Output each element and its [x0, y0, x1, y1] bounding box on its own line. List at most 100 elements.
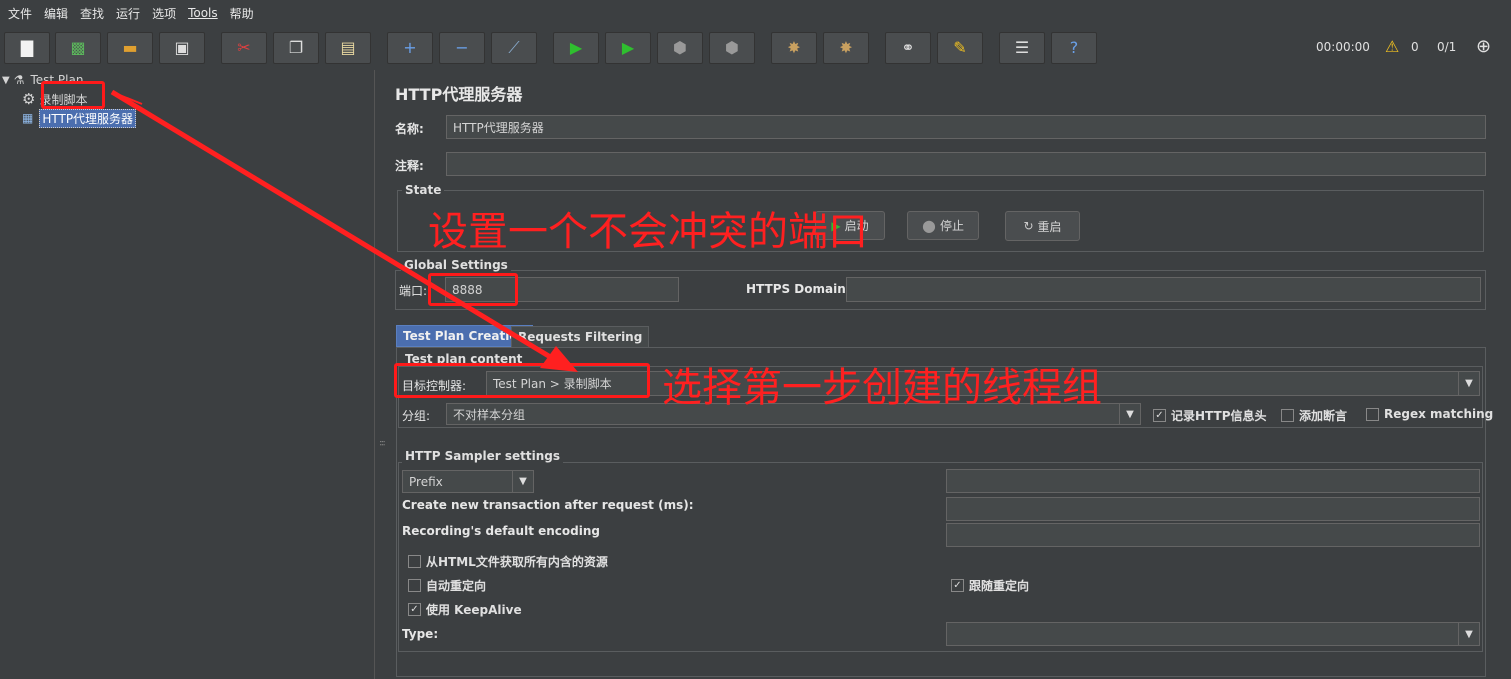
grouping-value: 不对样本分组 [453, 407, 526, 422]
tree-label-recording: 录制脚本 [39, 92, 88, 107]
transaction-field[interactable] [946, 497, 1480, 521]
clear-all-button[interactable]: ✸ [823, 32, 869, 64]
menu-file[interactable]: 文件 [4, 5, 36, 22]
retrieve-resources-checkbox[interactable]: 从HTML文件获取所有内含的资源 [408, 553, 608, 570]
tab-requests-filtering[interactable]: Requests Filtering [511, 326, 650, 348]
clear-button[interactable]: ✸ [771, 32, 817, 64]
help-button[interactable]: ? [1051, 32, 1097, 64]
auto-redirect-checkbox[interactable]: 自动重定向 [408, 577, 486, 594]
paste-icon: ▤ [340, 38, 356, 57]
proxy-config-panel: HTTP代理服务器 名称: HTTP代理服务器 注释: State ▶ 启动 ● 停… [385, 70, 1511, 679]
record-headers-checkbox[interactable]: ✓ 记录HTTP信息头 [1153, 407, 1267, 424]
open-button[interactable]: ▬ [107, 32, 153, 64]
menu-options[interactable]: 选项 [148, 5, 180, 22]
warning-count: 0 [1411, 40, 1419, 54]
restart-icon: ↻ [1023, 219, 1034, 233]
save-button[interactable]: ▣ [159, 32, 205, 64]
collapse-button[interactable]: − [439, 32, 485, 64]
menu-edit[interactable]: 编辑 [40, 5, 72, 22]
follow-redirect-label: 跟随重定向 [969, 579, 1030, 593]
start-button[interactable]: ▶ [553, 32, 599, 64]
keepalive-label: 使用 KeepAlive [426, 603, 522, 617]
start-proxy-button[interactable]: ▶ 启动 [815, 211, 885, 240]
https-domains-label: HTTPS Domains: [746, 282, 858, 296]
tree-node-recording[interactable]: ⚙ 录制脚本 [22, 90, 87, 108]
menu-tools[interactable]: Tools [184, 6, 222, 20]
test-plan-content-title: Test plan content [402, 352, 526, 366]
comment-label: 注释: [395, 159, 424, 173]
https-domains-field[interactable] [846, 277, 1481, 302]
proxy-icon: ▦ [22, 111, 34, 125]
grouping-select[interactable]: 不对样本分组 ▼ [446, 403, 1141, 425]
templates-button[interactable]: ▩ [55, 32, 101, 64]
stop-button[interactable]: ⬢ [657, 32, 703, 64]
start-icon: ▶ [569, 38, 583, 57]
expand-button[interactable]: + [387, 32, 433, 64]
tree-node-proxy[interactable]: ▦ HTTP代理服务器 [22, 108, 137, 128]
toggle-icon: ⟋ [508, 38, 520, 57]
port-label: 端口: [399, 284, 428, 298]
tree-node-test-plan[interactable]: ▼ ⚗ Test Plan [2, 71, 83, 89]
encoding-field[interactable] [946, 523, 1480, 547]
search-icon: ⚭ [901, 38, 915, 57]
shutdown-button[interactable]: ⬢ [709, 32, 755, 64]
copy-button[interactable]: ❐ [273, 32, 319, 64]
function-helper-button[interactable]: ☰ [999, 32, 1045, 64]
add-assertions-label: 添加断言 [1299, 409, 1348, 423]
function-helper-icon: ☰ [1014, 38, 1030, 57]
port-field[interactable]: 8888 [445, 277, 679, 302]
search-button[interactable]: ⚭ [885, 32, 931, 64]
prefix-select[interactable]: Prefix ▼ [402, 470, 534, 493]
keepalive-checkbox[interactable]: ✓ 使用 KeepAlive [408, 601, 522, 618]
target-controller-select[interactable]: Test Plan > 录制脚本 ▼ [486, 371, 1480, 396]
checkbox-unchecked-icon [408, 579, 421, 592]
flask-icon: ⚗ [13, 73, 25, 87]
tree-label-proxy: HTTP代理服务器 [39, 108, 137, 128]
add-assertions-checkbox[interactable]: 添加断言 [1281, 407, 1347, 424]
name-field[interactable]: HTTP代理服务器 [446, 115, 1486, 139]
prefix-field[interactable] [946, 469, 1480, 493]
menu-run[interactable]: 运行 [112, 5, 144, 22]
retrieve-resources-label: 从HTML文件获取所有内含的资源 [426, 555, 608, 569]
new-button[interactable]: ▇ [4, 32, 50, 64]
paste-button[interactable]: ▤ [325, 32, 371, 64]
page-title: HTTP代理服务器 [395, 85, 523, 104]
type-select[interactable]: ▼ [946, 622, 1480, 646]
expand-icon: + [403, 38, 417, 57]
cut-icon: ✂ [237, 38, 251, 57]
thread-count: 0/1 [1437, 40, 1457, 54]
stop-proxy-button[interactable]: ● 停止 [907, 211, 979, 240]
elapsed-timer: 00:00:00 [1316, 40, 1370, 54]
chevron-down-icon: ▼ [512, 471, 533, 492]
restart-proxy-button[interactable]: ↻ 重启 [1005, 211, 1080, 241]
name-label: 名称: [395, 122, 424, 136]
checkbox-unchecked-icon [408, 555, 421, 568]
play-icon: ▶ [831, 218, 841, 233]
sampler-settings-title: HTTP Sampler settings [402, 449, 563, 463]
prefix-value: Prefix [409, 474, 443, 489]
menu-help[interactable]: 帮助 [226, 5, 258, 22]
reset-search-button[interactable]: ✎ [937, 32, 983, 64]
target-controller-value: Test Plan > 录制脚本 [493, 377, 612, 391]
menu-search[interactable]: 查找 [76, 5, 108, 22]
regex-matching-label: Regex matching [1384, 407, 1494, 421]
record-headers-label: 记录HTTP信息头 [1171, 409, 1267, 423]
transaction-label: Create new transaction after request (ms… [402, 498, 694, 512]
remote-icon[interactable]: ⊕ [1476, 36, 1491, 57]
auto-redirect-label: 自动重定向 [426, 579, 487, 593]
toggle-button[interactable]: ⟋ [491, 32, 537, 64]
checkbox-unchecked-icon [1366, 407, 1379, 421]
encoding-label: Recording's default encoding [402, 524, 600, 538]
warning-icon[interactable]: ⚠ [1385, 37, 1399, 56]
state-title: State [402, 183, 445, 197]
tree-label-test-plan: Test Plan [30, 73, 84, 87]
open-icon: ▬ [122, 38, 138, 57]
cut-button[interactable]: ✂ [221, 32, 267, 64]
copy-icon: ❐ [288, 38, 304, 57]
regex-matching-checkbox[interactable]: Regex matching [1366, 407, 1493, 421]
comment-field[interactable] [446, 152, 1486, 176]
chevron-down-icon: ▼ [1458, 372, 1479, 395]
expand-toggle-icon[interactable]: ▼ [2, 75, 10, 86]
follow-redirect-checkbox[interactable]: ✓ 跟随重定向 [951, 577, 1029, 594]
start-no-pause-button[interactable]: ▶ [605, 32, 651, 64]
